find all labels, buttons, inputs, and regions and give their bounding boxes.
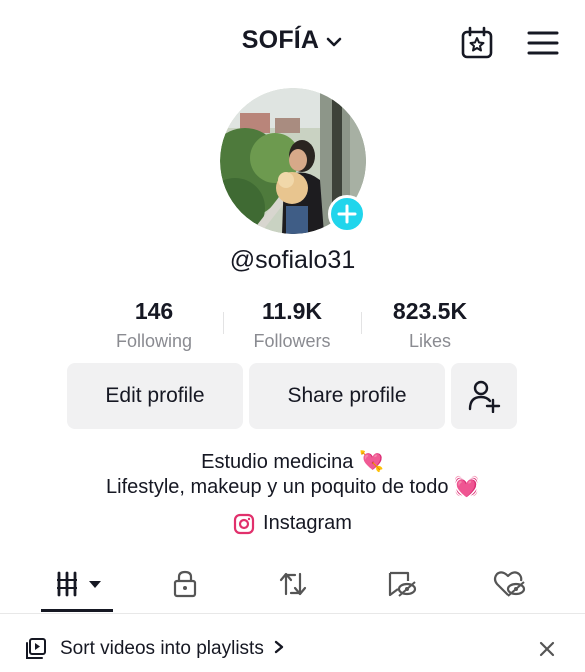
edit-profile-button[interactable]: Edit profile: [67, 363, 243, 429]
repost-icon: [279, 572, 307, 596]
stat-followers[interactable]: 11.9K Followers: [222, 298, 362, 352]
tagged-eye-icon: [388, 571, 417, 597]
lock-icon: [173, 570, 197, 598]
content-tabs: [0, 556, 585, 614]
stat-value: 11.9K: [261, 298, 323, 324]
videos-grid-icon: [57, 571, 101, 597]
banner-text: Sort videos into playlists: [60, 638, 285, 660]
stat-label: Followers: [253, 331, 331, 351]
tab-reposts[interactable]: [275, 568, 311, 600]
chevron-right-icon: [274, 640, 284, 654]
stat-following[interactable]: 146 Following: [84, 298, 224, 352]
instagram-link[interactable]: Instagram: [0, 512, 585, 535]
profile-stats: 146 Following 11.9K Followers 823.5K Lik…: [0, 298, 585, 354]
tab-tagged[interactable]: [384, 568, 420, 600]
calendar-star-icon[interactable]: [460, 26, 494, 60]
playlist-banner[interactable]: Sort videos into playlists: [0, 624, 585, 672]
liked-heart-icon: [493, 571, 526, 597]
stat-label: Likes: [408, 331, 452, 351]
tab-videos[interactable]: [55, 568, 105, 600]
instagram-icon: [233, 513, 255, 534]
tab-liked[interactable]: [491, 568, 527, 600]
username: @sofialo31: [229, 246, 356, 274]
add-friend-button[interactable]: [451, 363, 517, 429]
active-tab-indicator: [41, 609, 113, 612]
hamburger-menu-icon[interactable]: [527, 30, 559, 56]
stat-value: 146: [134, 298, 174, 324]
tab-private[interactable]: [167, 568, 203, 600]
link-label: Instagram: [263, 512, 352, 534]
plus-icon: [337, 204, 357, 224]
bio-line: Lifestyle, makeup y un poquito de todo 💓: [106, 476, 479, 498]
playlist-icon: [26, 638, 46, 659]
bio-line: Estudio medicina 💘: [201, 451, 384, 473]
add-story-button[interactable]: [328, 195, 366, 233]
close-icon[interactable]: [536, 638, 558, 660]
top-bar: SOFÍA: [0, 0, 585, 84]
share-profile-button[interactable]: Share profile: [249, 363, 445, 429]
account-name: SOFÍA: [241, 26, 320, 54]
add-person-icon: [468, 380, 501, 413]
stat-likes[interactable]: 823.5K Likes: [360, 298, 500, 352]
chevron-down-icon: [326, 37, 342, 47]
stat-label: Following: [115, 331, 193, 351]
stat-value: 823.5K: [392, 298, 468, 324]
account-switcher[interactable]: SOFÍA: [0, 26, 585, 55]
